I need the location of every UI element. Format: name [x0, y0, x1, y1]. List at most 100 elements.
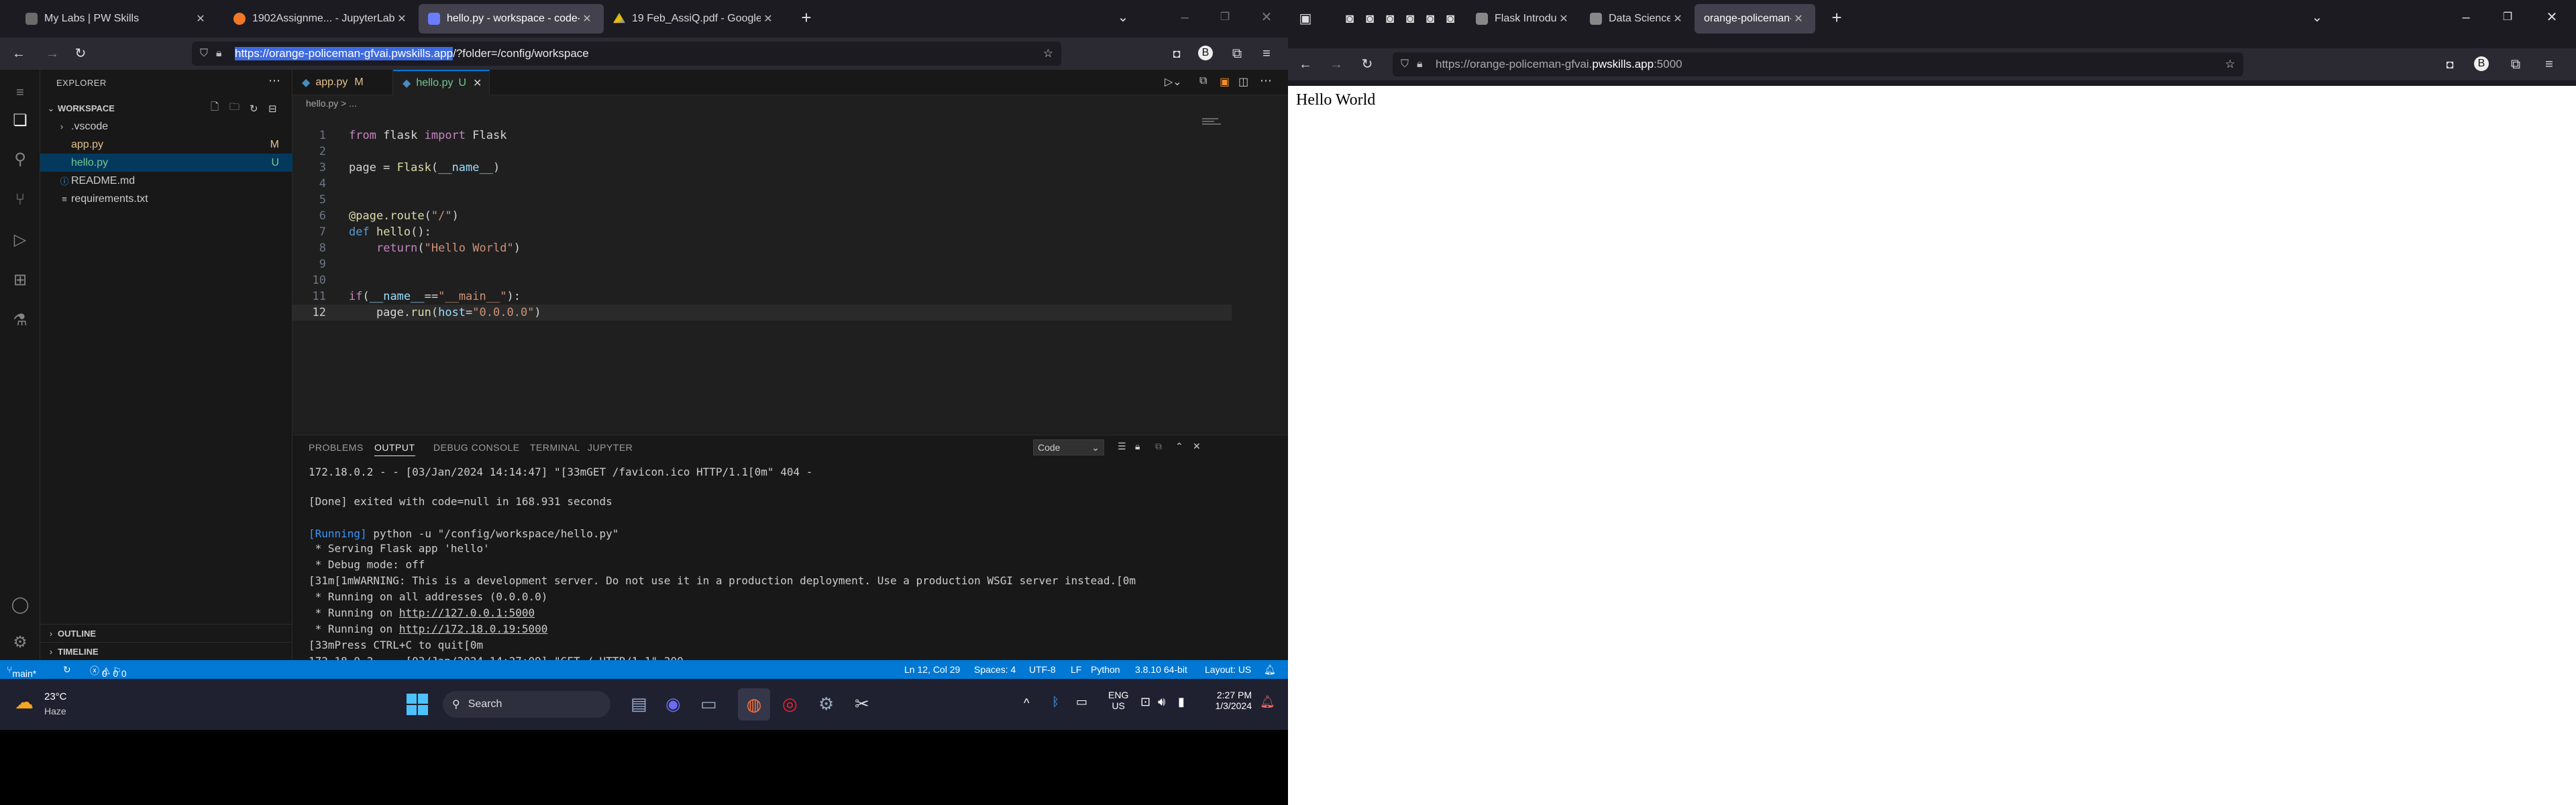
url-bar[interactable]: ⛉ 🔒︎ https://orange-policeman-gfvai.pwsk…	[192, 42, 1061, 66]
split-editor-icon[interactable]: ◫	[1238, 75, 1248, 89]
minimize-icon[interactable]: –	[2458, 9, 2474, 25]
minimap[interactable]	[1202, 117, 1229, 130]
taskbar-search[interactable]: ⚲ Search	[443, 691, 610, 718]
tab-list-chevron-icon[interactable]: ⌄	[1115, 9, 1131, 25]
timeline-section[interactable]: › TIMELINE	[40, 642, 292, 660]
opera-icon[interactable]: ◎	[782, 694, 798, 714]
collapse-all-icon[interactable]: ⊟	[268, 103, 277, 115]
clock[interactable]: 2:27 PM 1/3/2024	[1212, 690, 1252, 711]
network-icon[interactable]: ⊡	[1140, 695, 1150, 709]
pinned-tab-icon[interactable]: ◙	[1362, 11, 1378, 27]
pinned-tab-icon[interactable]: ◙	[1382, 11, 1398, 27]
window-close-icon[interactable]: ✕	[2544, 9, 2560, 25]
extensions-icon[interactable]: ⧉	[2508, 56, 2524, 72]
teams-chat-icon[interactable]: ◉	[665, 694, 681, 714]
panel-tab-jupyter[interactable]: JUPYTER	[588, 442, 633, 453]
settings-gear-icon[interactable]: ⚙	[818, 694, 834, 714]
tab-code-server[interactable]: hello.py - workspace - code-se ✕	[419, 4, 604, 34]
panel-tab-terminal[interactable]: TERMINAL	[530, 442, 580, 453]
explorer-files-icon[interactable]: ❏	[9, 110, 31, 131]
problems-status[interactable]: ⓧ 0 ⚠ 0 ⚐ 0	[90, 664, 121, 678]
tab-list-chevron-icon[interactable]: ⌄	[2309, 9, 2325, 25]
pinned-tab-icon[interactable]: ◙	[1422, 11, 1438, 27]
back-arrow-icon[interactable]: ←	[11, 46, 27, 62]
tab-data-science-masters[interactable]: Data Science Masters - Course ✕	[1580, 4, 1695, 34]
battery-icon[interactable]: ▮	[1178, 695, 1185, 709]
pinned-tab-icon[interactable]: ◙	[1342, 11, 1358, 27]
new-tab-plus-icon[interactable]: +	[1829, 9, 1845, 25]
encoding[interactable]: UTF-8	[1029, 664, 1056, 675]
back-arrow-icon[interactable]: ←	[1297, 56, 1313, 72]
close-icon[interactable]: ✕	[394, 12, 409, 25]
tab-jupyterlab[interactable]: 1902Assignme... - JupyterLab ✕	[224, 4, 419, 34]
open-changes-icon[interactable]: ⧉	[1199, 75, 1207, 87]
forward-arrow-icon[interactable]: →	[1328, 56, 1344, 72]
workspace-header[interactable]: ⌄ WORKSPACE 🗋︎ 🗀︎ ↻ ⊟	[40, 99, 292, 117]
minimize-icon[interactable]: –	[1177, 9, 1193, 25]
extensions-icon[interactable]: ⊞	[9, 270, 31, 291]
new-tab-plus-icon[interactable]: +	[798, 9, 814, 25]
close-icon[interactable]: ✕	[761, 12, 775, 25]
menu-hamburger-icon[interactable]: ≡	[1258, 46, 1275, 62]
weather-desc[interactable]: Haze	[44, 706, 66, 716]
panel-tab-debug-console[interactable]: DEBUG CONSOLE	[433, 442, 520, 453]
pinned-tab-icon[interactable]: ◙	[1442, 11, 1458, 27]
profile-b-icon[interactable]: B	[1198, 46, 1213, 60]
pocket-icon[interactable]: ◘	[2442, 56, 2458, 72]
close-icon[interactable]: ✕	[580, 12, 594, 25]
task-view-icon[interactable]: ▤	[631, 694, 647, 714]
git-branch-status[interactable]: ⑂ main*	[7, 664, 12, 675]
refresh-icon[interactable]: ↻	[250, 103, 258, 115]
close-icon[interactable]: ✕	[1791, 12, 1806, 25]
restore-icon[interactable]: ❐	[1217, 9, 1233, 25]
file-row-hello-py[interactable]: hello.py U	[40, 154, 292, 172]
reload-icon[interactable]: ↻	[1359, 56, 1375, 72]
search-icon[interactable]: ⚲	[9, 149, 31, 170]
snipping-tool-icon[interactable]: ✂	[855, 694, 869, 714]
open-output-icon[interactable]: ⧉	[1155, 441, 1162, 452]
restore-icon[interactable]: ❐	[2500, 9, 2516, 25]
close-icon[interactable]: ✕	[193, 12, 208, 25]
file-explorer-icon[interactable]: ▭	[700, 694, 717, 714]
file-row-requirements[interactable]: ≡ requirements.txt	[40, 190, 292, 208]
bell-icon[interactable]: 🔔︎	[1264, 664, 1276, 676]
output-channel-select[interactable]: Code ⌄	[1033, 439, 1104, 455]
volume-icon[interactable]: 🔊︎	[1158, 695, 1165, 709]
keyboard-layout[interactable]: Layout: US	[1205, 664, 1251, 675]
bookmark-star-icon[interactable]: ☆	[1043, 47, 1053, 60]
maximize-panel-icon[interactable]: ⌃	[1175, 441, 1183, 452]
jupyter-toggle-icon[interactable]: ▣	[1220, 75, 1230, 89]
close-icon[interactable]: ✕	[473, 76, 482, 90]
editor-tab-app-py[interactable]: ◆ app.py M	[292, 70, 393, 95]
cursor-position[interactable]: Ln 12, Col 29	[904, 664, 960, 675]
run-play-icon[interactable]: ▷⌄	[1165, 75, 1182, 89]
end-of-line[interactable]: LF	[1071, 664, 1081, 675]
testing-flask-icon[interactable]: ⚗	[9, 310, 31, 331]
extensions-icon[interactable]: ⧉	[1229, 46, 1245, 62]
tab-my-labs[interactable]: My Labs | PW Skills ✕	[16, 4, 217, 34]
firefox-icon[interactable]: ◍	[738, 688, 770, 720]
new-file-icon[interactable]: 🗋︎	[211, 100, 219, 117]
chevron-up-icon[interactable]: ^	[1024, 696, 1029, 710]
clear-output-icon[interactable]: ☰	[1118, 441, 1126, 452]
file-row-vscode[interactable]: › .vscode	[40, 117, 292, 136]
file-row-readme[interactable]: ⓘ README.md	[40, 172, 292, 190]
breadcrumb[interactable]: hello.py > ...	[306, 98, 357, 109]
reload-icon[interactable]: ↻	[72, 46, 89, 62]
tab-flask-introduction[interactable]: Flask Introduction, Application, ✕	[1466, 4, 1580, 34]
weather-temp[interactable]: 23°C	[44, 691, 67, 702]
close-panel-icon[interactable]: ✕	[1193, 441, 1201, 452]
run-debug-icon[interactable]: ▷	[9, 229, 31, 251]
forward-arrow-icon[interactable]: →	[44, 46, 60, 62]
source-control-icon[interactable]: ⑂	[9, 189, 31, 211]
window-close-icon[interactable]: ✕	[1258, 9, 1275, 25]
url-bar[interactable]: ⛉ 🔒︎ https://orange-policeman-gfvai. pws…	[1393, 52, 2243, 76]
close-icon[interactable]: ✕	[1670, 12, 1685, 25]
editor-tab-hello-py[interactable]: ◆ hello.py U ✕	[393, 70, 490, 95]
sync-icon[interactable]: ↻	[63, 664, 71, 676]
menu-hamburger-icon[interactable]: ≡	[9, 82, 31, 103]
windows-start-icon[interactable]	[407, 694, 428, 715]
close-icon[interactable]: ✕	[1556, 12, 1571, 25]
menu-hamburger-icon[interactable]: ≡	[2541, 56, 2557, 72]
display-icon[interactable]: ▭	[1076, 695, 1087, 709]
